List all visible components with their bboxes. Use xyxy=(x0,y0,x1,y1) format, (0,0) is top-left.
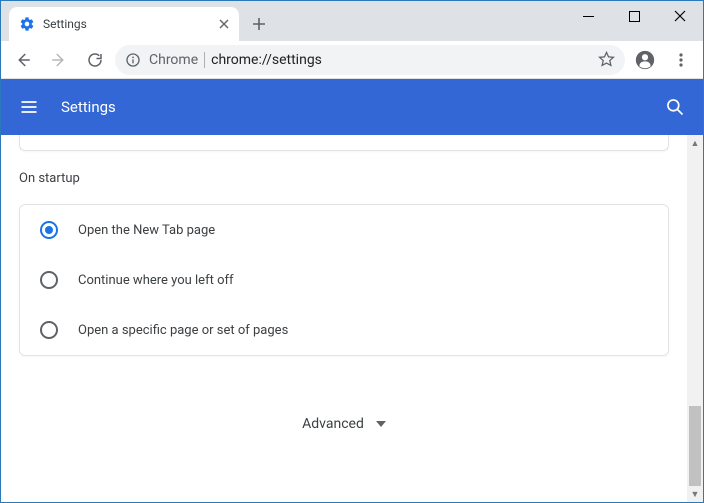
url-display: Chrome chrome://settings xyxy=(149,52,590,68)
settings-content: On startup Open the New Tab page Continu… xyxy=(1,135,687,502)
browser-toolbar: Chrome chrome://settings xyxy=(1,41,703,79)
reload-button[interactable] xyxy=(79,44,111,76)
bookmark-star-icon[interactable] xyxy=(598,51,615,68)
forward-button[interactable] xyxy=(43,44,75,76)
new-tab-button[interactable] xyxy=(245,10,273,38)
radio-label: Continue where you left off xyxy=(78,273,234,288)
startup-option-continue[interactable]: Continue where you left off xyxy=(20,255,668,305)
address-bar[interactable]: Chrome chrome://settings xyxy=(115,45,625,75)
scrollbar[interactable]: ▲ ▼ xyxy=(687,135,703,502)
window-maximize-button[interactable] xyxy=(611,1,657,31)
header-title: Settings xyxy=(61,98,643,116)
tab-title: Settings xyxy=(43,17,211,31)
window-titlebar: Settings xyxy=(1,1,703,41)
startup-option-new-tab[interactable]: Open the New Tab page xyxy=(20,205,668,255)
window-controls xyxy=(565,1,703,31)
browser-menu-button[interactable] xyxy=(665,44,697,76)
scrollbar-thumb[interactable] xyxy=(689,406,701,486)
back-button[interactable] xyxy=(7,44,39,76)
section-title-startup: On startup xyxy=(19,171,669,186)
radio-icon xyxy=(40,321,58,339)
window-close-button[interactable] xyxy=(657,1,703,31)
menu-icon[interactable] xyxy=(17,95,41,119)
settings-header: Settings xyxy=(1,79,703,135)
startup-option-specific-pages[interactable]: Open a specific page or set of pages xyxy=(20,305,668,355)
radio-label: Open the New Tab page xyxy=(78,223,215,238)
url-divider xyxy=(204,52,205,68)
browser-tab[interactable]: Settings xyxy=(9,7,239,41)
radio-label: Open a specific page or set of pages xyxy=(78,323,288,338)
url-scheme-label: Chrome xyxy=(149,52,198,68)
radio-icon xyxy=(40,271,58,289)
site-info-icon[interactable] xyxy=(125,52,141,68)
settings-gear-icon xyxy=(19,16,35,32)
advanced-toggle[interactable]: Advanced xyxy=(17,416,671,462)
profile-avatar-button[interactable] xyxy=(629,44,661,76)
scroll-up-icon[interactable]: ▲ xyxy=(687,135,703,151)
scroll-down-icon[interactable]: ▼ xyxy=(687,486,703,502)
chevron-down-icon xyxy=(376,421,386,427)
search-icon[interactable] xyxy=(663,95,687,119)
tab-close-icon[interactable] xyxy=(219,19,229,29)
radio-icon xyxy=(40,221,58,239)
url-path: chrome://settings xyxy=(211,52,322,68)
previous-section-card xyxy=(19,135,669,151)
startup-options-card: Open the New Tab page Continue where you… xyxy=(19,204,669,356)
advanced-label: Advanced xyxy=(302,416,364,432)
window-minimize-button[interactable] xyxy=(565,1,611,31)
